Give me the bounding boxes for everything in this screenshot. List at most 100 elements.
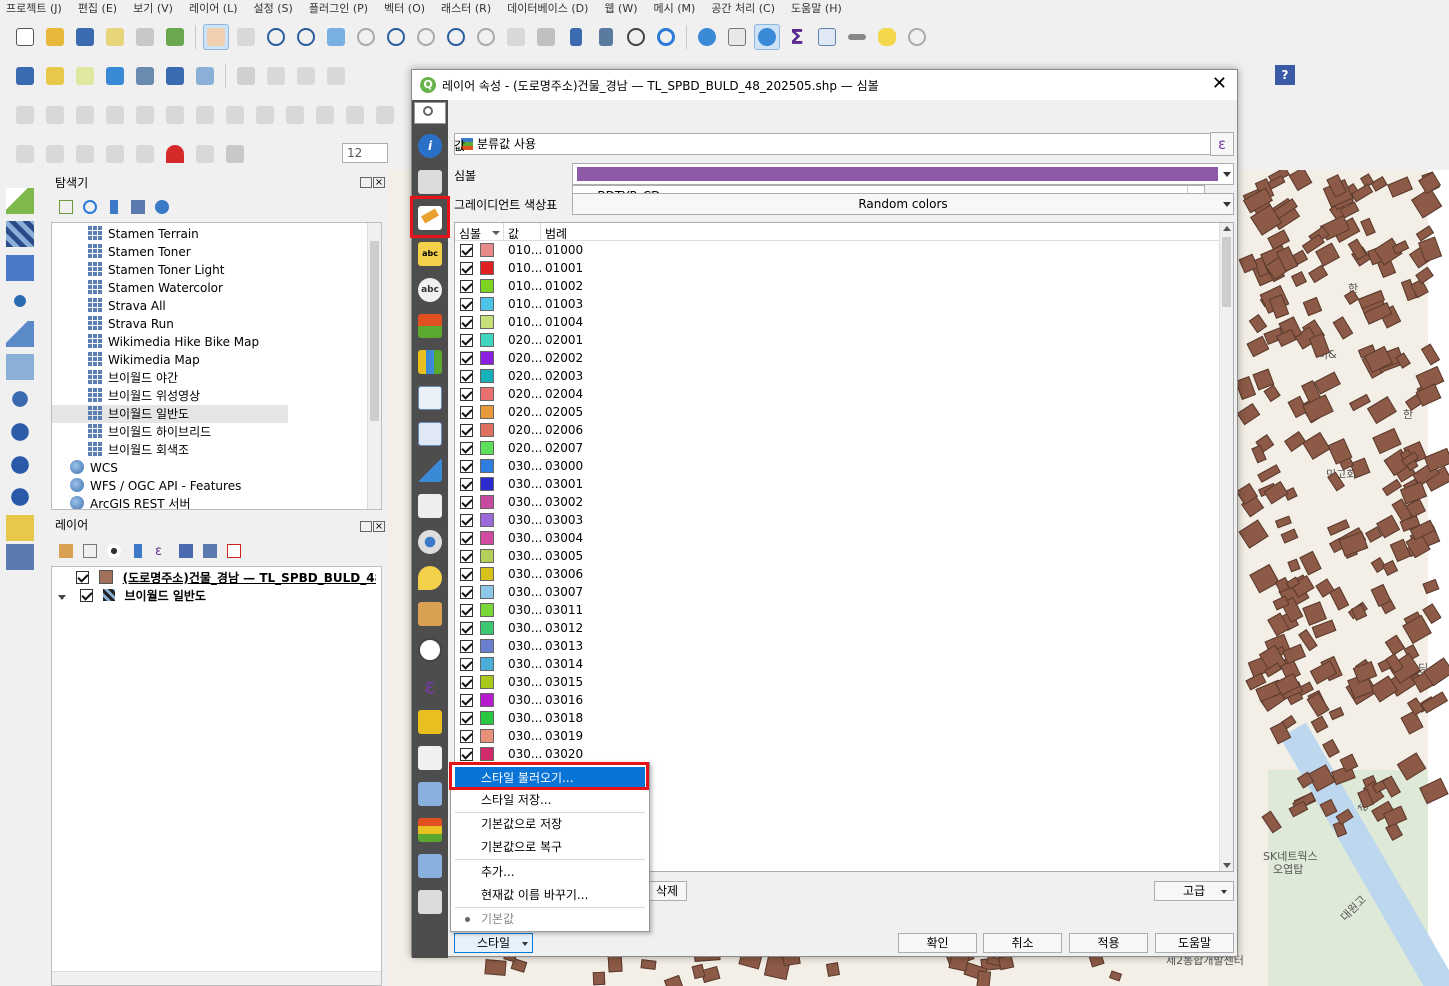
table-row[interactable]: 020... 02005 xyxy=(455,403,1220,421)
add-group-icon[interactable] xyxy=(83,544,97,558)
tree-item[interactable]: Wikimedia Hike Bike Map xyxy=(88,333,259,351)
table-row[interactable]: 030... 03018 xyxy=(455,709,1220,727)
table-row[interactable]: 020... 02002 xyxy=(455,349,1220,367)
category-checkbox[interactable] xyxy=(460,496,473,509)
close-panel-icon[interactable]: × xyxy=(373,521,385,532)
new-map-view-icon[interactable] xyxy=(503,24,529,50)
display-tab-icon[interactable] xyxy=(418,566,442,590)
magnet-icon[interactable] xyxy=(162,141,188,167)
qgis-server-tab-icon[interactable] xyxy=(418,854,442,878)
collapse-all-icon[interactable] xyxy=(203,544,217,558)
auxiliary-storage-tab-icon[interactable] xyxy=(418,494,442,518)
category-checkbox[interactable] xyxy=(460,712,473,725)
category-symbol-swatch[interactable] xyxy=(480,657,494,671)
float-panel-icon[interactable] xyxy=(360,177,372,188)
add-mesh-layer-icon[interactable] xyxy=(6,255,34,281)
rendering-tab-icon[interactable] xyxy=(418,602,442,626)
delete-ring-icon[interactable] xyxy=(132,102,158,128)
snap-node-icon[interactable] xyxy=(12,141,38,167)
category-symbol-swatch[interactable] xyxy=(480,675,494,689)
col-header-legend[interactable]: 범례 xyxy=(545,225,567,242)
measure-icon[interactable] xyxy=(844,24,870,50)
expression-filter-icon[interactable]: ε xyxy=(155,544,169,559)
table-row[interactable]: 030... 03014 xyxy=(455,655,1220,673)
category-symbol-swatch[interactable] xyxy=(480,567,494,581)
category-symbol-swatch[interactable] xyxy=(480,351,494,365)
table-row[interactable]: 020... 02007 xyxy=(455,439,1220,457)
merge-features-icon[interactable] xyxy=(312,102,338,128)
category-symbol-swatch[interactable] xyxy=(480,549,494,563)
diagrams-tab-icon[interactable] xyxy=(418,350,442,374)
snap-tolerance-input[interactable] xyxy=(342,143,388,163)
category-checkbox[interactable] xyxy=(460,406,473,419)
zoom-next-icon[interactable] xyxy=(473,24,499,50)
layer-item-buildings[interactable]: (도로명주소)건물_경남 — TL_SPBD_BULD_48_20 xyxy=(76,569,376,587)
category-checkbox[interactable] xyxy=(460,568,473,581)
split-features-icon[interactable] xyxy=(252,102,278,128)
expand-arrow-icon[interactable] xyxy=(58,595,66,600)
close-dialog-icon[interactable]: ✕ xyxy=(1212,74,1227,94)
text-annotation-icon[interactable] xyxy=(904,24,930,50)
layer-visibility-checkbox[interactable] xyxy=(76,571,89,584)
menu-item-restore-default[interactable]: 기본값으로 복구 xyxy=(455,836,645,858)
category-symbol-swatch[interactable] xyxy=(480,279,494,293)
new-3d-view-icon[interactable] xyxy=(533,24,559,50)
show-bookmarks-icon[interactable] xyxy=(593,24,619,50)
tree-item[interactable]: Strava All xyxy=(88,297,166,315)
category-symbol-swatch[interactable] xyxy=(480,261,494,275)
tree-item[interactable]: Stamen Watercolor xyxy=(88,279,223,297)
tree-item[interactable]: 브이월드 회색조 xyxy=(88,441,189,459)
category-checkbox[interactable] xyxy=(460,640,473,653)
zoom-native-icon[interactable] xyxy=(413,24,439,50)
add-postgis-icon[interactable] xyxy=(6,386,34,412)
add-raster-icon[interactable] xyxy=(162,63,188,89)
actions-tab-icon[interactable] xyxy=(418,530,442,554)
category-checkbox[interactable] xyxy=(460,298,473,311)
category-checkbox[interactable] xyxy=(460,424,473,437)
add-part-icon[interactable] xyxy=(72,102,98,128)
table-row[interactable]: 030... 03012 xyxy=(455,619,1220,637)
category-checkbox[interactable] xyxy=(460,460,473,473)
tree-group-wcs[interactable]: WCS xyxy=(70,459,118,477)
add-table-icon[interactable] xyxy=(6,544,34,570)
category-symbol-swatch[interactable] xyxy=(480,747,494,761)
data-source-manager-icon[interactable] xyxy=(12,63,38,89)
table-row[interactable]: 030... 03000 xyxy=(455,457,1220,475)
menu-help[interactable]: 도움말 (H) xyxy=(791,0,842,16)
expand-all-icon[interactable] xyxy=(179,544,193,558)
menu-database[interactable]: 데이터베이스 (D) xyxy=(507,0,588,16)
refresh-browser-icon[interactable] xyxy=(83,200,97,214)
snap-segment-icon[interactable] xyxy=(72,141,98,167)
zoom-full-icon[interactable] xyxy=(323,24,349,50)
category-checkbox[interactable] xyxy=(460,352,473,365)
delete-part-icon[interactable] xyxy=(162,102,188,128)
table-row[interactable]: 030... 03004 xyxy=(455,529,1220,547)
offset-curve-icon[interactable] xyxy=(222,102,248,128)
remove-layer-icon[interactable] xyxy=(227,544,241,558)
info-icon[interactable] xyxy=(155,200,169,214)
layout-manager-icon[interactable] xyxy=(132,24,158,50)
category-symbol-swatch[interactable] xyxy=(480,441,494,455)
category-checkbox[interactable] xyxy=(460,334,473,347)
dependencies-tab-icon[interactable] xyxy=(418,782,442,806)
help-icon[interactable]: ? xyxy=(1275,65,1295,85)
category-checkbox[interactable] xyxy=(460,262,473,275)
symbol-button[interactable] xyxy=(572,163,1234,185)
layers-h-scrollbar[interactable] xyxy=(52,971,381,985)
category-checkbox[interactable] xyxy=(460,478,473,491)
add-delimited-text-icon[interactable] xyxy=(6,288,34,314)
col-header-value[interactable]: 값 xyxy=(508,225,519,242)
add-ring-icon[interactable] xyxy=(42,102,68,128)
new-shapefile-icon[interactable] xyxy=(72,63,98,89)
style-manager-icon[interactable] xyxy=(162,24,188,50)
tree-item[interactable]: 브이월드 야간 xyxy=(88,369,178,387)
add-feature-icon[interactable] xyxy=(12,102,38,128)
table-row[interactable]: 030... 03020 xyxy=(455,745,1220,763)
expression-button[interactable]: ε xyxy=(1210,132,1234,156)
menu-edit[interactable]: 편집 (E) xyxy=(78,0,117,16)
zoom-layer-icon[interactable] xyxy=(383,24,409,50)
category-symbol-swatch[interactable] xyxy=(480,513,494,527)
elevation-tab-icon[interactable] xyxy=(418,710,442,734)
table-row[interactable]: 020... 02001 xyxy=(455,331,1220,349)
tree-item[interactable]: Wikimedia Map xyxy=(88,351,200,369)
